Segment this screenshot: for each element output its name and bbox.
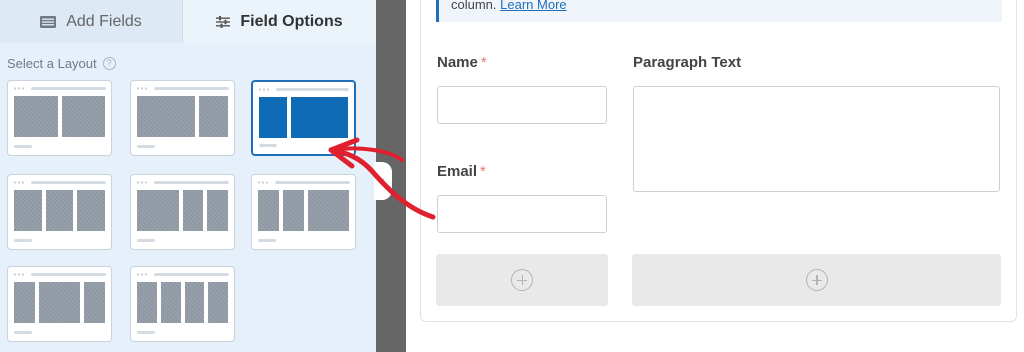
email-input[interactable] bbox=[437, 195, 607, 233]
layout-option-1[interactable] bbox=[7, 80, 112, 156]
layout-column bbox=[137, 190, 179, 231]
tab-add-fields[interactable]: Add Fields bbox=[0, 0, 183, 43]
layout-column bbox=[307, 190, 349, 231]
layout-column bbox=[137, 96, 196, 137]
layout-column bbox=[259, 97, 288, 138]
layout-option-2[interactable] bbox=[130, 80, 235, 156]
layout-column bbox=[160, 282, 181, 323]
tab-field-options-label: Field Options bbox=[240, 12, 343, 30]
layout-column bbox=[77, 190, 106, 231]
layout-option-3[interactable] bbox=[251, 80, 356, 156]
chevron-left-icon: ‹ bbox=[381, 175, 385, 187]
card-header bbox=[136, 273, 229, 277]
help-icon[interactable]: ? bbox=[102, 57, 116, 70]
required-mark: * bbox=[480, 54, 487, 71]
layout-column bbox=[38, 282, 81, 323]
plus-circle-icon bbox=[511, 269, 533, 291]
layout-column bbox=[291, 97, 348, 138]
card-footer bbox=[137, 331, 155, 334]
layout-column bbox=[184, 282, 205, 323]
layout-columns bbox=[137, 190, 228, 231]
tab-field-options[interactable]: Field Options bbox=[183, 0, 376, 43]
notice-text: column. bbox=[451, 0, 497, 12]
card-footer bbox=[137, 239, 155, 242]
learn-more-link[interactable]: Learn More bbox=[500, 0, 566, 12]
name-label-text: Name bbox=[437, 54, 478, 71]
layout-columns bbox=[137, 96, 228, 137]
collapse-panel-button[interactable]: ‹ bbox=[374, 162, 392, 200]
layout-columns bbox=[14, 96, 105, 137]
layout-option-7[interactable] bbox=[7, 266, 112, 342]
layout-columns bbox=[14, 190, 106, 231]
layout-option-5[interactable] bbox=[130, 174, 235, 250]
card-footer bbox=[14, 145, 32, 148]
plus-circle-icon bbox=[805, 269, 828, 291]
paragraph-label-text: Paragraph Text bbox=[633, 54, 742, 71]
sliders-icon bbox=[216, 15, 231, 28]
email-label-text: Email bbox=[437, 163, 478, 180]
layout-column bbox=[14, 282, 35, 323]
layout-column bbox=[182, 190, 204, 231]
layout-option-6[interactable] bbox=[251, 174, 356, 250]
list-icon bbox=[40, 15, 57, 28]
card-header bbox=[258, 88, 349, 92]
layout-option-4[interactable] bbox=[7, 174, 112, 250]
name-field-label: Name * bbox=[437, 54, 487, 71]
add-field-column-2[interactable] bbox=[632, 254, 1001, 306]
layout-column bbox=[137, 282, 157, 323]
card-footer bbox=[258, 239, 276, 242]
card-header bbox=[257, 181, 350, 185]
layout-columns bbox=[14, 282, 105, 323]
select-layout-text: Select a Layout bbox=[7, 56, 97, 71]
paragraph-textarea[interactable] bbox=[633, 86, 1000, 192]
name-input[interactable] bbox=[437, 86, 607, 124]
select-layout-label: Select a Layout ? bbox=[7, 56, 116, 71]
layout-columns bbox=[259, 97, 348, 138]
layout-column bbox=[45, 190, 74, 231]
layout-column bbox=[208, 282, 228, 323]
card-footer bbox=[137, 145, 155, 148]
layout-column bbox=[14, 96, 58, 137]
tab-add-fields-label: Add Fields bbox=[66, 12, 142, 30]
layout-column bbox=[199, 96, 228, 137]
layout-column bbox=[258, 190, 279, 231]
add-field-column-1[interactable] bbox=[436, 254, 608, 306]
notice-banner: column. Learn More bbox=[436, 0, 1002, 22]
email-field-label: Email * bbox=[437, 163, 486, 180]
card-header bbox=[13, 273, 106, 277]
layout-column bbox=[207, 190, 228, 231]
layout-column bbox=[14, 190, 42, 231]
layout-columns bbox=[137, 282, 228, 323]
card-header bbox=[136, 181, 229, 185]
required-mark: * bbox=[480, 163, 486, 180]
panel-tabs: Add Fields Field Options bbox=[0, 0, 376, 43]
layout-column bbox=[84, 282, 105, 323]
card-footer bbox=[14, 331, 32, 334]
card-footer bbox=[259, 144, 277, 147]
layout-column bbox=[61, 96, 105, 137]
card-header bbox=[13, 181, 106, 185]
field-options-panel: Add Fields Field Options Select a Layout… bbox=[0, 0, 376, 352]
layout-column bbox=[282, 190, 304, 231]
layout-columns bbox=[258, 190, 349, 231]
paragraph-field-label: Paragraph Text bbox=[633, 54, 741, 71]
layout-option-8[interactable] bbox=[130, 266, 235, 342]
card-header bbox=[136, 87, 229, 91]
card-footer bbox=[14, 239, 32, 242]
card-header bbox=[13, 87, 106, 91]
